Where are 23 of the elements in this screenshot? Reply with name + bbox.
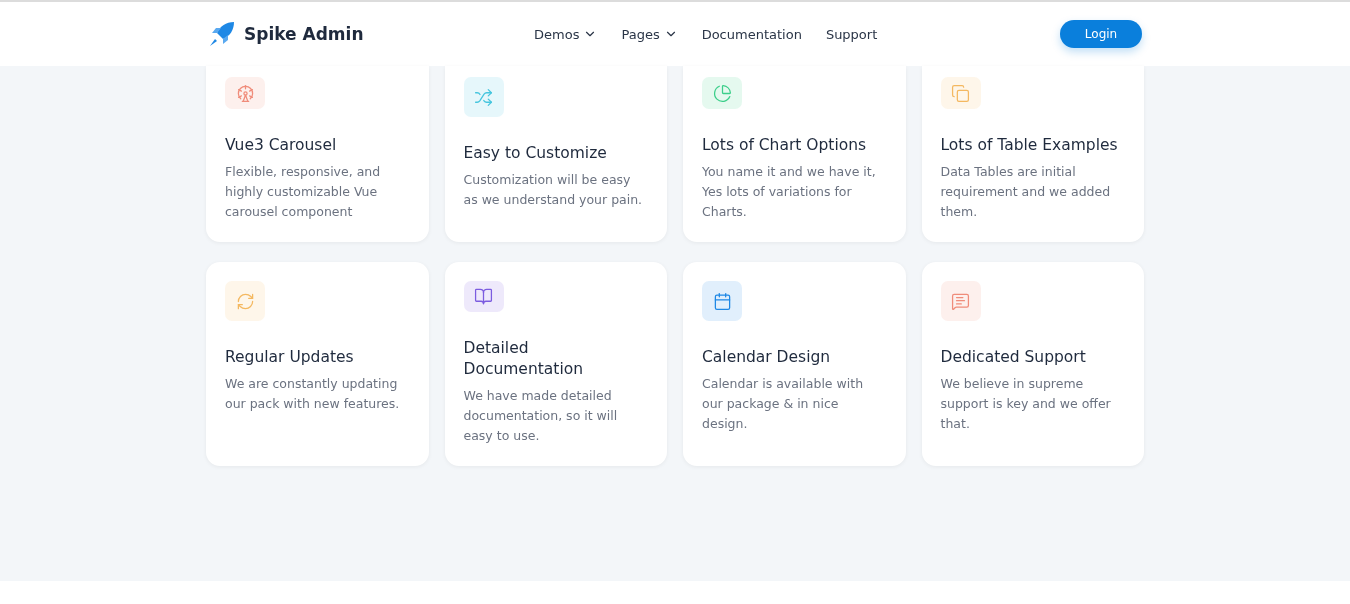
- feature-description: We have made detailed documentation, so it will easy to use.: [463, 387, 619, 445]
- feature-title: Lots of Table Examples: [940, 135, 1119, 156]
- feature-title: Regular Updates: [225, 347, 355, 368]
- feature-title: Lots of Chart Options: [702, 135, 868, 156]
- feature-description: We believe in supreme support is key and we offer that.: [940, 375, 1112, 433]
- nav-link[interactable]: Documentation: [701, 26, 802, 42]
- feature-description: Data Tables are initial requirement and we added them.: [940, 163, 1112, 221]
- nav-link[interactable]: Pages: [621, 26, 678, 42]
- feature-title: Calendar Design: [702, 347, 832, 368]
- feature-description: We are constantly updating our pack with new features.: [225, 375, 401, 413]
- feature-description: Flexible, responsive, and highly customizable Vue carousel component: [225, 163, 382, 221]
- rocket-logo-icon: [208, 20, 236, 48]
- feature-description: Customization will be easy as we understand your pain.: [463, 171, 644, 209]
- feature-title: Dedicated Support: [940, 347, 1087, 368]
- feature-description: Calendar is available with our package & in nice design.: [702, 375, 865, 433]
- brand-name: Spike Admin: [244, 24, 364, 44]
- nav-link[interactable]: Demos: [534, 26, 598, 42]
- feature-title: Detailed Documentation: [463, 338, 584, 380]
- login-button[interactable]: Login: [1060, 20, 1142, 48]
- nav-link[interactable]: Support: [825, 26, 878, 42]
- feature-title: Vue3 Carousel: [225, 135, 338, 156]
- feature-description: You name it and we have it, Yes lots of variations for Charts.: [702, 163, 877, 221]
- feature-title: Easy to Customize: [463, 143, 608, 164]
